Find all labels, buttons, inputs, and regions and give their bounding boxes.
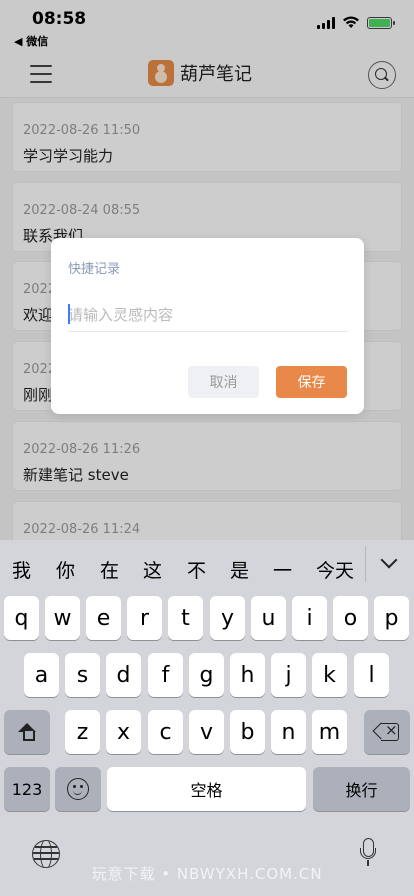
emoji-icon (67, 778, 89, 800)
key[interactable]: d (106, 653, 141, 697)
key[interactable]: k (312, 653, 347, 697)
backspace-icon (372, 721, 400, 741)
key[interactable]: v (189, 710, 224, 754)
key[interactable]: j (271, 653, 306, 697)
key[interactable]: l (354, 653, 389, 697)
save-button[interactable]: 保存 (276, 366, 347, 398)
shift-key[interactable] (4, 710, 50, 754)
watermark-text: 玩意下载 • NBWYXH.COM.CN (91, 865, 323, 883)
key[interactable]: y (210, 596, 245, 640)
key[interactable]: h (230, 653, 265, 697)
candidate-word[interactable]: 不 (187, 556, 206, 583)
key[interactable]: g (189, 653, 224, 697)
chevron-down-icon[interactable] (380, 553, 398, 571)
candidate-word[interactable]: 这 (143, 556, 162, 583)
key[interactable]: c (148, 710, 183, 754)
key[interactable]: m (312, 710, 347, 754)
candidate-word[interactable]: 你 (56, 556, 75, 583)
key[interactable]: u (251, 596, 286, 640)
key[interactable]: q (4, 596, 39, 640)
key[interactable]: z (65, 710, 100, 754)
delete-key[interactable] (364, 710, 410, 754)
quick-note-dialog: 快捷记录 取消 保存 (51, 238, 364, 414)
candidate-word[interactable]: 一 (273, 556, 292, 583)
key[interactable]: e (86, 596, 121, 640)
candidate-word[interactable]: 在 (100, 556, 119, 583)
cancel-button[interactable]: 取消 (188, 366, 259, 398)
key[interactable]: a (24, 653, 59, 697)
key[interactable]: s (65, 653, 100, 697)
candidate-word[interactable]: 今天 (316, 556, 354, 583)
key[interactable]: o (333, 596, 368, 640)
candidate-word[interactable]: 我 (12, 556, 31, 583)
key[interactable]: w (45, 596, 80, 640)
key[interactable]: p (374, 596, 409, 640)
candidate-bar: 我 你 在 这 不 是 一 今天 (0, 540, 414, 588)
key[interactable]: i (292, 596, 327, 640)
shift-icon (17, 723, 37, 741)
key[interactable]: b (230, 710, 265, 754)
space-key[interactable]: 空格 (107, 767, 306, 811)
key[interactable]: f (148, 653, 183, 697)
candidate-word[interactable]: 是 (230, 556, 249, 583)
text-cursor (68, 304, 70, 324)
key[interactable]: n (271, 710, 306, 754)
dialog-title: 快捷记录 (68, 262, 121, 277)
key[interactable]: t (168, 596, 203, 640)
return-key[interactable]: 换行 (313, 767, 410, 811)
inspiration-input[interactable] (68, 298, 348, 332)
key[interactable]: x (106, 710, 141, 754)
emoji-key[interactable] (55, 767, 101, 811)
system-keyboard: 我 你 在 这 不 是 一 今天 q w e r t y u i o p a s… (0, 540, 414, 896)
numbers-key[interactable]: 123 (4, 767, 50, 811)
key[interactable]: r (127, 596, 162, 640)
candidate-divider (365, 546, 366, 582)
